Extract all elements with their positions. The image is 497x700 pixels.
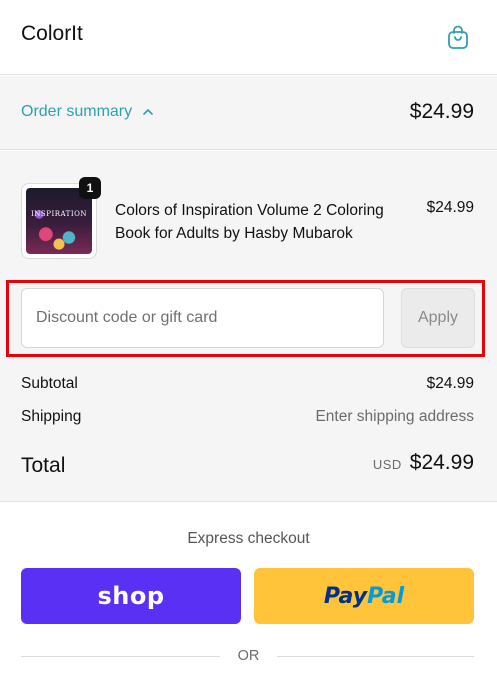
apply-button[interactable]: Apply (401, 288, 475, 348)
chevron-up-icon (143, 109, 153, 115)
shopping-bag-icon[interactable] (446, 24, 470, 50)
total-value: USD $24.99 (373, 451, 474, 475)
subtotal-label: Subtotal (21, 375, 78, 392)
header: ColorIt (0, 0, 497, 75)
paypal-logo-pal: Pal (367, 583, 405, 609)
express-checkout-title: Express checkout (187, 530, 310, 547)
paypal-logo: PayPal (324, 584, 404, 609)
divider-right (277, 656, 474, 657)
product-name: Colors of Inspiration Volume 2 Coloring … (115, 202, 384, 242)
shop-pay-button[interactable]: shop (21, 568, 241, 624)
summary-total: $24.99 (409, 100, 474, 123)
paypal-logo-pay: Pay (323, 583, 368, 609)
quantity-badge: 1 (79, 177, 101, 199)
shipping-label: Shipping (21, 408, 82, 425)
order-summary-bar: Order summary $24.99 (0, 76, 497, 150)
product-image-title: INSPIRATION (31, 210, 87, 218)
total-label: Total (21, 454, 66, 477)
shop-pay-logo: shop (97, 582, 165, 610)
subtotal-value: $24.99 (426, 375, 474, 392)
product-price: $24.99 (426, 199, 474, 216)
order-summary-panel: INSPIRATION 1 Colors of Inspiration Volu… (0, 151, 497, 502)
shipping-value: Enter shipping address (315, 408, 474, 425)
order-summary-label: Order summary (21, 103, 133, 120)
paypal-button[interactable]: PayPal (254, 568, 474, 624)
total-amount: $24.99 (409, 451, 474, 474)
currency-code: USD (372, 457, 402, 472)
discount-code-input[interactable] (21, 288, 384, 348)
order-summary-toggle[interactable]: Order summary (21, 103, 154, 121)
brand-logo[interactable]: ColorIt (21, 22, 83, 46)
